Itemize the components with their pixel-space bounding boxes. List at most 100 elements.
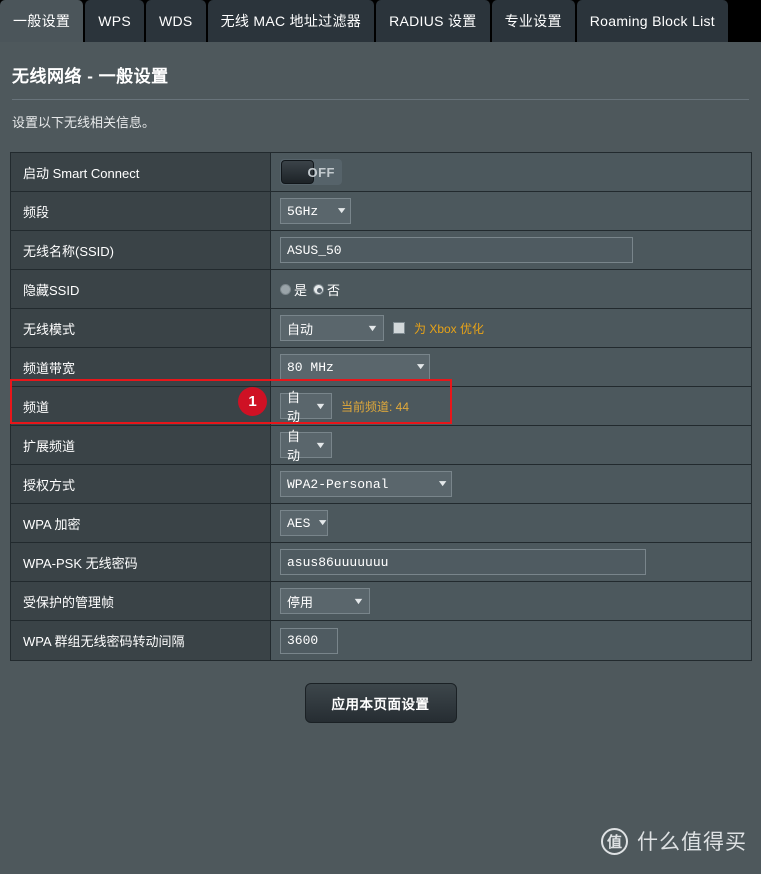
row-value-band: 5GHz ▼ [271, 192, 751, 230]
ext-channel-value: 自动 [287, 429, 301, 463]
table-row: 无线名称(SSID) [11, 231, 751, 270]
wpa-encryption-value: AES [287, 515, 311, 531]
channel-value: 自动 [287, 390, 301, 424]
hide-ssid-radio-group: 是 否 [280, 280, 340, 299]
group-key-rotation-input[interactable] [280, 627, 338, 654]
apply-page-settings-button[interactable]: 应用本页面设置 [304, 683, 457, 723]
channel-select[interactable]: 自动 ▼ [280, 390, 332, 424]
pmf-select[interactable]: 停用 ▼ [280, 588, 370, 614]
tab-bar: 一般设置 WPS WDS 无线 MAC 地址过滤器 RADIUS 设置 专业设置… [0, 0, 761, 42]
table-row: 扩展频道 自动 ▼ [11, 426, 751, 465]
wpa-psk-input[interactable] [280, 549, 646, 575]
table-row-channel-bandwidth: 频道带宽 80 MHz ▼ [11, 348, 751, 387]
hide-ssid-no-label: 否 [327, 282, 341, 298]
watermark-logo-icon: 值 [601, 827, 628, 855]
row-value-wireless-mode: 自动 ▼ 为 Xbox 优化 [271, 309, 751, 347]
channel-bandwidth-value: 80 MHz [287, 359, 334, 375]
hide-ssid-radio-no[interactable]: 否 [313, 280, 340, 299]
chevron-down-icon: ▼ [366, 323, 379, 333]
tab-mac-filter[interactable]: 无线 MAC 地址过滤器 [207, 0, 375, 42]
wpa-encryption-select[interactable]: AES ▼ [280, 510, 328, 536]
chevron-down-icon: ▼ [416, 362, 425, 372]
band-select[interactable]: 5GHz ▼ [280, 198, 351, 224]
row-label-pmf: 受保护的管理帧 [11, 582, 271, 620]
chevron-down-icon: ▼ [337, 206, 346, 216]
row-label-hide-ssid: 隐藏SSID [11, 270, 271, 308]
row-label-wpa-encryption: WPA 加密 [11, 504, 271, 542]
apply-button-container: 应用本页面设置 [0, 683, 761, 723]
tab-label: Roaming Block List [589, 13, 715, 29]
table-row: 无线模式 自动 ▼ 为 Xbox 优化 [11, 309, 751, 348]
table-row: 频段 5GHz ▼ [11, 192, 751, 231]
row-value-channel-bandwidth: 80 MHz ▼ [271, 348, 751, 386]
row-value-ext-channel: 自动 ▼ [271, 426, 751, 464]
row-label-wpa-psk: WPA-PSK 无线密码 [11, 543, 271, 581]
row-value-pmf: 停用 ▼ [271, 582, 751, 620]
hide-ssid-radio-yes[interactable]: 是 [280, 280, 307, 299]
tab-wps[interactable]: WPS [85, 0, 144, 42]
row-label-band: 频段 [11, 192, 271, 230]
table-row: WPA 群组无线密码转动间隔 [11, 621, 751, 660]
chevron-down-icon: ▼ [314, 401, 327, 411]
row-label-ext-channel: 扩展频道 [11, 426, 271, 464]
row-value-channel: 自动 ▼ 当前频道: 44 [271, 387, 751, 425]
tab-label: RADIUS 设置 [389, 13, 477, 29]
auth-method-select[interactable]: WPA2-Personal ▼ [280, 471, 452, 497]
table-row: 隐藏SSID 是 否 [11, 270, 751, 309]
row-value-smart-connect: OFF [271, 153, 751, 191]
table-row: WPA 加密 AES ▼ [11, 504, 751, 543]
watermark: 值 什么值得买 [601, 826, 747, 856]
tab-radius-settings[interactable]: RADIUS 设置 [376, 0, 490, 42]
table-row: 受保护的管理帧 停用 ▼ [11, 582, 751, 621]
chevron-down-icon: ▼ [352, 596, 365, 606]
wireless-settings-table: 启动 Smart Connect OFF 频段 5GHz ▼ 无线名称(SSID… [10, 152, 752, 661]
current-channel-note: 当前频道: 44 [341, 399, 410, 414]
content-panel: 无线网络 - 一般设置 设置以下无线相关信息。 启动 Smart Connect… [0, 42, 761, 874]
tab-wds[interactable]: WDS [146, 0, 206, 42]
row-label-channel-bandwidth: 频道带宽 [11, 348, 271, 386]
table-row: 启动 Smart Connect OFF [11, 153, 751, 192]
chevron-down-icon: ▼ [314, 440, 327, 450]
tab-professional-settings[interactable]: 专业设置 [491, 0, 575, 42]
wireless-mode-select[interactable]: 自动 ▼ [280, 315, 384, 341]
row-value-ssid [271, 231, 751, 269]
tab-label: 无线 MAC 地址过滤器 [220, 13, 362, 29]
xbox-optimize-label: 为 Xbox 优化 [414, 321, 485, 336]
tab-general-settings[interactable]: 一般设置 [0, 0, 84, 42]
page-description: 设置以下无线相关信息。 [12, 115, 156, 130]
row-label-auth-method: 授权方式 [11, 465, 271, 503]
row-value-hide-ssid: 是 否 [271, 270, 751, 308]
table-row: 频道 自动 ▼ 当前频道: 44 [11, 387, 751, 426]
channel-bandwidth-select[interactable]: 80 MHz ▼ [280, 354, 430, 380]
pmf-value: 停用 [287, 594, 314, 610]
chevron-down-icon: ▼ [438, 479, 447, 489]
toggle-state-label: OFF [307, 164, 335, 180]
radio-icon-selected [313, 283, 325, 295]
row-label-wireless-mode: 无线模式 [11, 309, 271, 347]
row-value-wpa-psk [271, 543, 751, 581]
radio-icon [280, 283, 291, 295]
row-label-ssid: 无线名称(SSID) [11, 231, 271, 269]
ext-channel-select[interactable]: 自动 ▼ [280, 429, 332, 463]
band-select-value: 5GHz [287, 203, 319, 219]
row-value-auth-method: WPA2-Personal ▼ [271, 465, 751, 503]
tab-label: 一般设置 [13, 13, 71, 29]
annotation-badge-1: 1 [238, 387, 267, 416]
wireless-mode-value: 自动 [287, 321, 314, 337]
xbox-optimize-checkbox[interactable] [393, 322, 405, 334]
row-value-wpa-encryption: AES ▼ [271, 504, 751, 542]
watermark-text: 什么值得买 [637, 831, 747, 854]
tab-roaming-block-list[interactable]: Roaming Block List [576, 0, 728, 42]
smart-connect-toggle[interactable]: OFF [280, 159, 342, 185]
row-label-smart-connect: 启动 Smart Connect [11, 153, 271, 191]
row-label-channel: 频道 [11, 387, 271, 425]
ssid-input[interactable] [280, 237, 633, 263]
tab-label: WDS [159, 13, 193, 29]
tab-label: WPS [98, 13, 131, 29]
chevron-down-icon: ▼ [319, 518, 327, 528]
row-label-group-key-rotation: WPA 群组无线密码转动间隔 [11, 621, 271, 660]
row-value-group-key-rotation [271, 621, 751, 660]
hide-ssid-yes-label: 是 [294, 282, 308, 298]
tab-label: 专业设置 [504, 13, 562, 29]
table-row: WPA-PSK 无线密码 [11, 543, 751, 582]
